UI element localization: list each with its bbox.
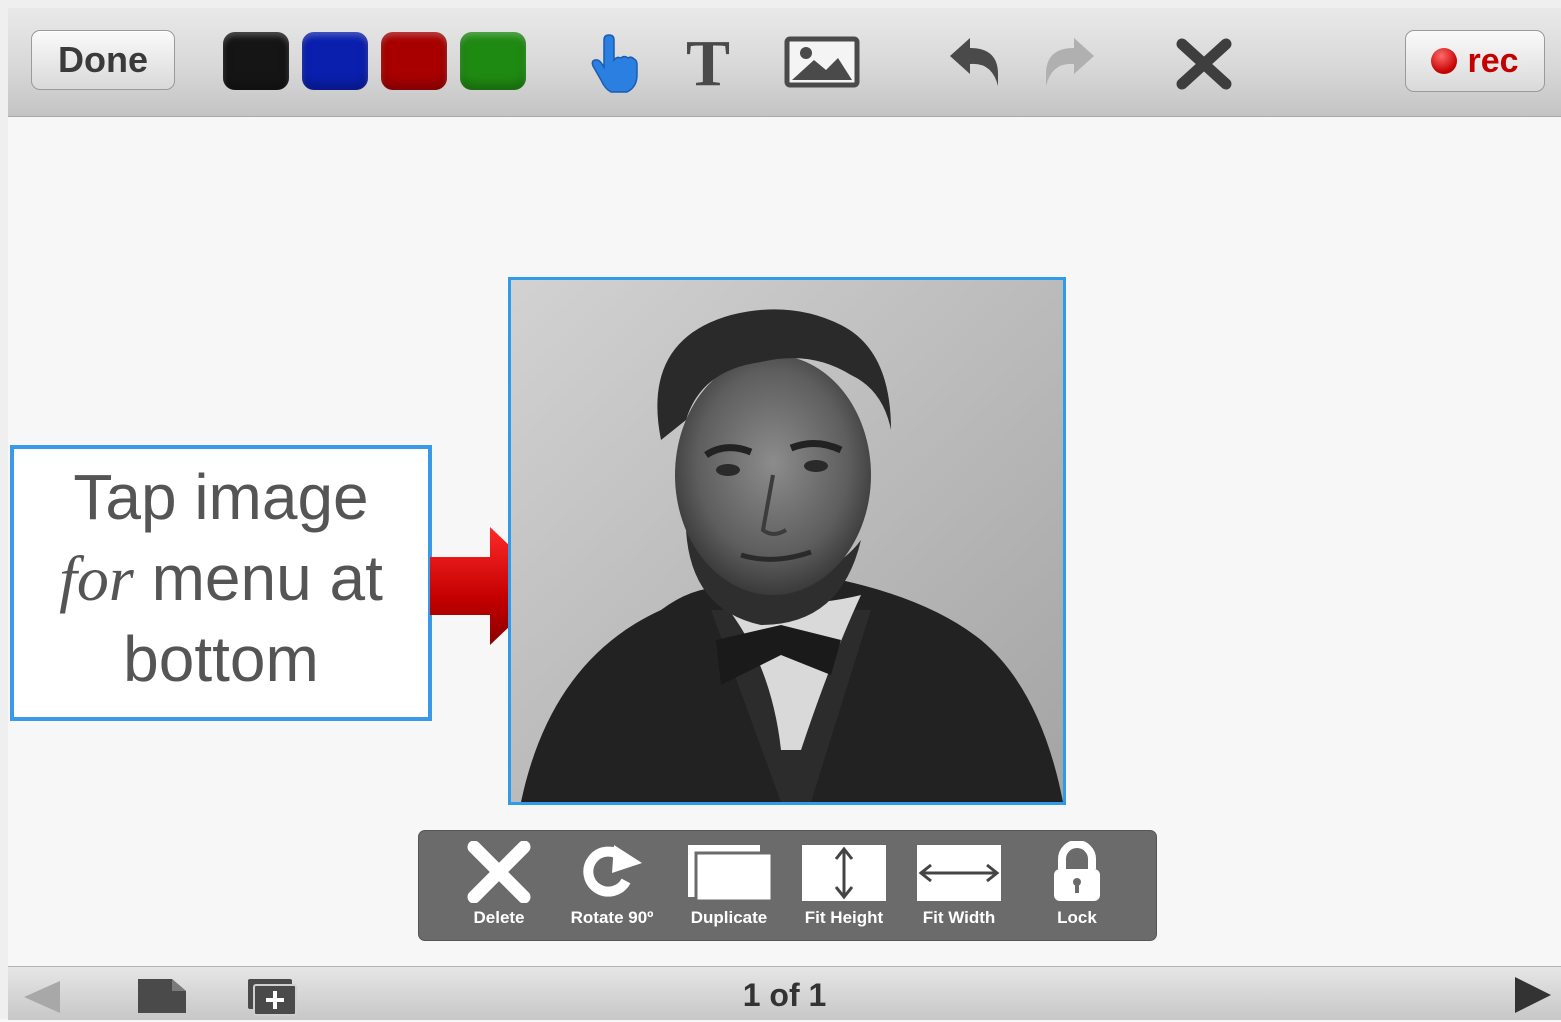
clear-icon[interactable] [1176, 38, 1232, 95]
record-button[interactable]: rec [1405, 30, 1545, 92]
menu-label-rotate: Rotate 90º [570, 908, 654, 927]
record-label: rec [1467, 41, 1519, 80]
undo-icon[interactable] [946, 36, 1004, 93]
pointer-hand-icon[interactable] [586, 34, 642, 99]
fit-width-button[interactable]: Fit Width [904, 841, 1014, 936]
callout-line-2-rest: menu at [133, 542, 383, 614]
image-tool-icon[interactable] [784, 36, 860, 93]
menu-label-fit-height: Fit Height [804, 908, 884, 927]
delete-button[interactable]: Delete [444, 841, 554, 936]
svg-text:T: T [686, 30, 730, 92]
lock-icon [1054, 841, 1100, 901]
duplicate-button[interactable]: Duplicate [674, 841, 784, 936]
menu-label-delete: Delete [473, 908, 525, 927]
menu-label-duplicate: Duplicate [690, 908, 768, 927]
record-dot-icon [1431, 48, 1458, 74]
rotate-icon [583, 845, 642, 897]
color-swatch-black[interactable] [223, 32, 289, 90]
color-swatch-blue[interactable] [302, 32, 368, 90]
redo-icon[interactable] [1040, 36, 1098, 93]
fit-width-icon [917, 845, 1001, 901]
top-toolbar: Done T rec [8, 8, 1561, 117]
color-swatch-green[interactable] [460, 32, 526, 90]
window-frame-left [0, 0, 8, 1019]
duplicate-icon [688, 845, 774, 903]
next-page-icon[interactable] [1513, 975, 1553, 1020]
portrait-illustration [511, 280, 1063, 802]
image-object-menu: Delete Rotate 90º Duplicate Fit Height F… [418, 830, 1157, 941]
done-button[interactable]: Done [31, 30, 175, 90]
instruction-callout: Tap image for menu at bottom [10, 445, 432, 721]
page-indicator: 1 of 1 [742, 977, 827, 1013]
menu-label-fit-width: Fit Width [922, 908, 996, 927]
rotate-button[interactable]: Rotate 90º [557, 841, 667, 936]
window-frame-top [0, 0, 1561, 8]
color-swatch-red[interactable] [381, 32, 447, 90]
lock-button[interactable]: Lock [1022, 841, 1132, 936]
fit-height-icon [802, 845, 886, 901]
selected-portrait-image[interactable] [508, 277, 1066, 805]
bottom-toolbar: 1 of 1 [8, 966, 1561, 1020]
callout-italic-word: for [59, 543, 134, 614]
callout-line-1: Tap image [73, 461, 369, 533]
delete-x-icon [467, 841, 531, 903]
callout-line-2: for menu at [14, 538, 428, 619]
fit-height-button[interactable]: Fit Height [789, 841, 899, 936]
text-tool-icon[interactable]: T [678, 27, 738, 100]
callout-line-3: bottom [123, 623, 319, 695]
menu-label-lock: Lock [1057, 908, 1097, 927]
